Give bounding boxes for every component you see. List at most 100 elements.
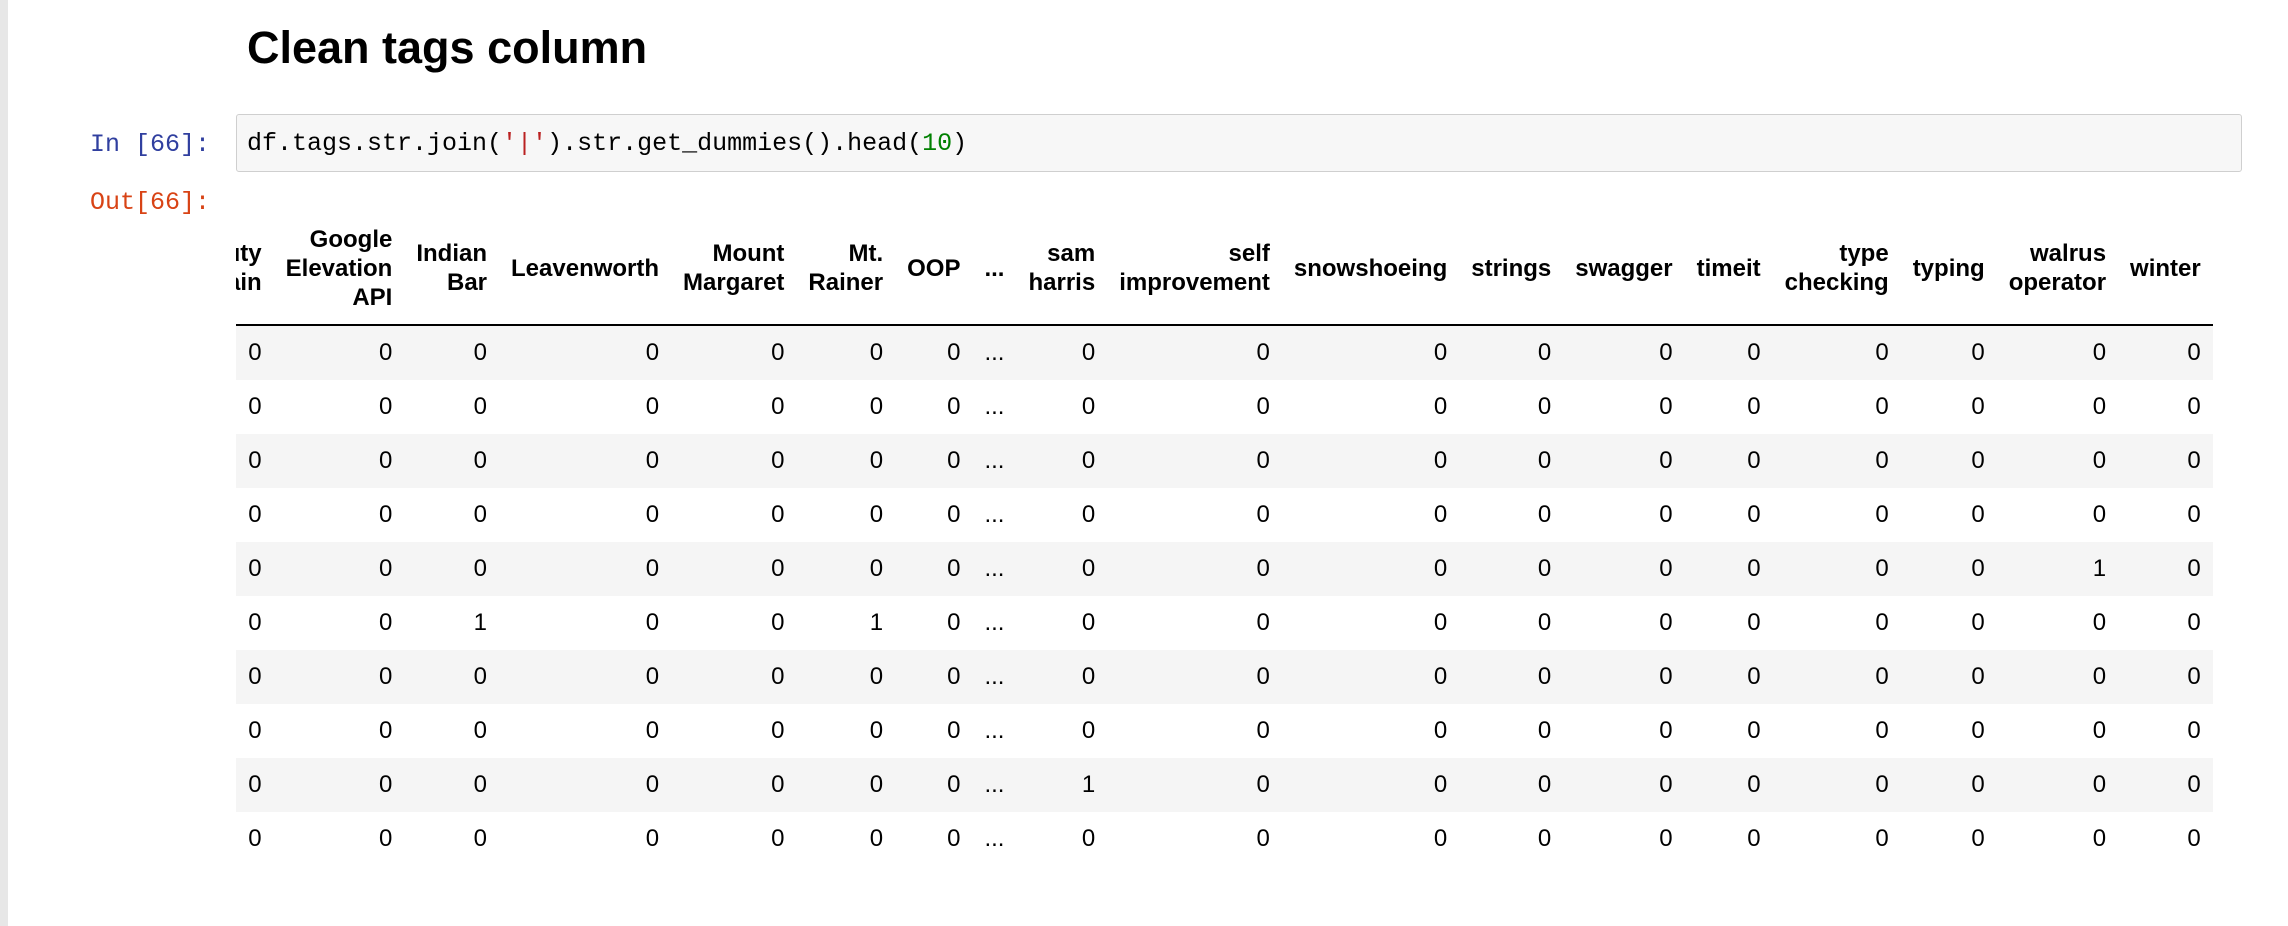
table-cell: 0 [248, 771, 262, 798]
table-cell: 0 [1256, 501, 1270, 528]
table-cell: 0 [1081, 717, 1096, 744]
column-header: walrus operator [1996, 212, 2119, 326]
table-cell: 0 [771, 501, 785, 528]
table-cell: 0 [1537, 447, 1552, 474]
table-cell: 0 [771, 555, 785, 582]
table-cell: 0 [869, 393, 884, 420]
code-cell-input[interactable]: df.tags.str.join('|').str.get_dummies().… [236, 114, 2242, 172]
column-header-label: Bar [446, 269, 488, 296]
table-cell: 0 [1971, 663, 1985, 690]
column-header: strings [1459, 212, 1564, 326]
table-row: 0 0 0 0 0 0 0... 1 0 0 0 0 0 0 0 0 0 [236, 758, 2213, 812]
table-cell: 0 [473, 717, 488, 744]
column-header-label: winter [2130, 254, 2201, 282]
code-string-literal: '|' [502, 129, 548, 158]
table-cell: 0 [2187, 501, 2201, 528]
table-cell: 0 [771, 393, 785, 420]
table-cell: 0 [1747, 501, 1761, 528]
table-cell: 0 [771, 717, 785, 744]
table-cell: 0 [1433, 609, 1448, 636]
table-cell: 0 [1747, 447, 1761, 474]
table-cell: 0 [645, 717, 660, 744]
table-cell: 0 [1659, 663, 1673, 690]
table-cell: 0 [1747, 717, 1761, 744]
table-cell: 0 [1747, 339, 1761, 366]
table-cell: 0 [2092, 609, 2107, 636]
table-cell: 0 [1747, 825, 1761, 852]
table-cell: 0 [1433, 393, 1448, 420]
table-cell: ... [984, 447, 1005, 474]
table-cell: 0 [771, 609, 785, 636]
code-text: ) [952, 129, 968, 158]
table-cell: ... [984, 663, 1005, 690]
table-cell: 0 [947, 825, 961, 852]
column-header-label: Rainer [808, 269, 884, 296]
column-header-label: improvement [1119, 269, 1270, 296]
table-cell: 0 [248, 825, 262, 852]
column-header: Mt. Rainer [796, 212, 896, 326]
table-cell: 0 [869, 717, 884, 744]
table-cell: 0 [1256, 717, 1270, 744]
table-cell: 0 [1537, 339, 1552, 366]
table-cell: 0 [1659, 825, 1673, 852]
table-cell: 0 [1537, 393, 1552, 420]
table-cell: 0 [1659, 339, 1673, 366]
table-cell: 0 [2092, 717, 2107, 744]
table-cell: 0 [378, 825, 393, 852]
table-cell: 0 [1659, 717, 1673, 744]
table-cell: 0 [2187, 825, 2201, 852]
left-margin-rule [0, 0, 8, 926]
table-cell: 0 [1081, 555, 1096, 582]
column-header-label: API [352, 283, 393, 311]
table-cell: 0 [248, 447, 262, 474]
table-cell: 0 [1256, 663, 1270, 690]
table-cell: 0 [2187, 663, 2201, 690]
column-header-label: operator [2008, 269, 2107, 296]
column-header: self improvement [1107, 212, 1282, 326]
table-cell: ... [984, 339, 1005, 366]
table-cell: 0 [2092, 771, 2107, 798]
table-cell: 0 [1537, 771, 1552, 798]
table-row: 0 0 0 0 0 0 0... 0 0 0 0 0 0 0 0 0 0 [236, 650, 2213, 704]
table-cell: 0 [1747, 393, 1761, 420]
column-header: timeit [1684, 212, 1773, 326]
table-cell: 0 [645, 771, 660, 798]
table-cell: ... [984, 393, 1005, 420]
table-cell: 0 [771, 447, 785, 474]
table-cell: 0 [1659, 609, 1673, 636]
table-cell: ... [984, 717, 1005, 744]
column-header-label: Mount [712, 240, 785, 267]
table-cell: 0 [1875, 393, 1889, 420]
table-cell: 0 [1537, 501, 1552, 528]
column-header: type checking [1772, 212, 1901, 326]
table-cell: 0 [378, 609, 393, 636]
table-cell: 0 [869, 663, 884, 690]
table-cell: 0 [2187, 609, 2201, 636]
column-header-label: ... [984, 254, 1005, 282]
table-cell: 0 [1433, 717, 1448, 744]
table-cell: 0 [947, 555, 961, 582]
table-cell: ... [984, 825, 1005, 852]
output-area[interactable]: BeautyMountainGoogleElevationAPIIndianBa… [236, 212, 2240, 862]
table-cell: 0 [2187, 393, 2201, 420]
table-cell: 0 [2092, 663, 2107, 690]
table-cell: 0 [378, 447, 393, 474]
column-header-label: checking [1784, 269, 1889, 296]
table-body: 0 0 0 0 0 0 0... 0 0 0 0 0 0 0 0 0 0 0 0 0 0 0 0 0... 0 0 0 0 0 0 0 0 0 0… [236, 325, 2213, 862]
table-cell: 0 [1747, 555, 1761, 582]
table-row: 0 0 0 0 0 0 0... 0 0 0 0 0 0 0 0 1 0 [236, 542, 2213, 596]
table-cell: 0 [1659, 501, 1673, 528]
table-cell: 0 [645, 393, 660, 420]
table-cell: 0 [1971, 501, 1985, 528]
table-cell: 0 [1971, 447, 1985, 474]
table-cell: 0 [1659, 555, 1673, 582]
table-cell: 0 [2092, 501, 2107, 528]
column-header-label: harris [1028, 269, 1096, 296]
table-cell: 0 [1256, 771, 1270, 798]
table-cell: 0 [1659, 393, 1673, 420]
table-cell: 0 [1659, 447, 1673, 474]
table-cell: 0 [1971, 609, 1985, 636]
table-cell: 0 [1971, 717, 1985, 744]
table-cell: 0 [1433, 771, 1448, 798]
table-cell: 0 [1081, 609, 1096, 636]
